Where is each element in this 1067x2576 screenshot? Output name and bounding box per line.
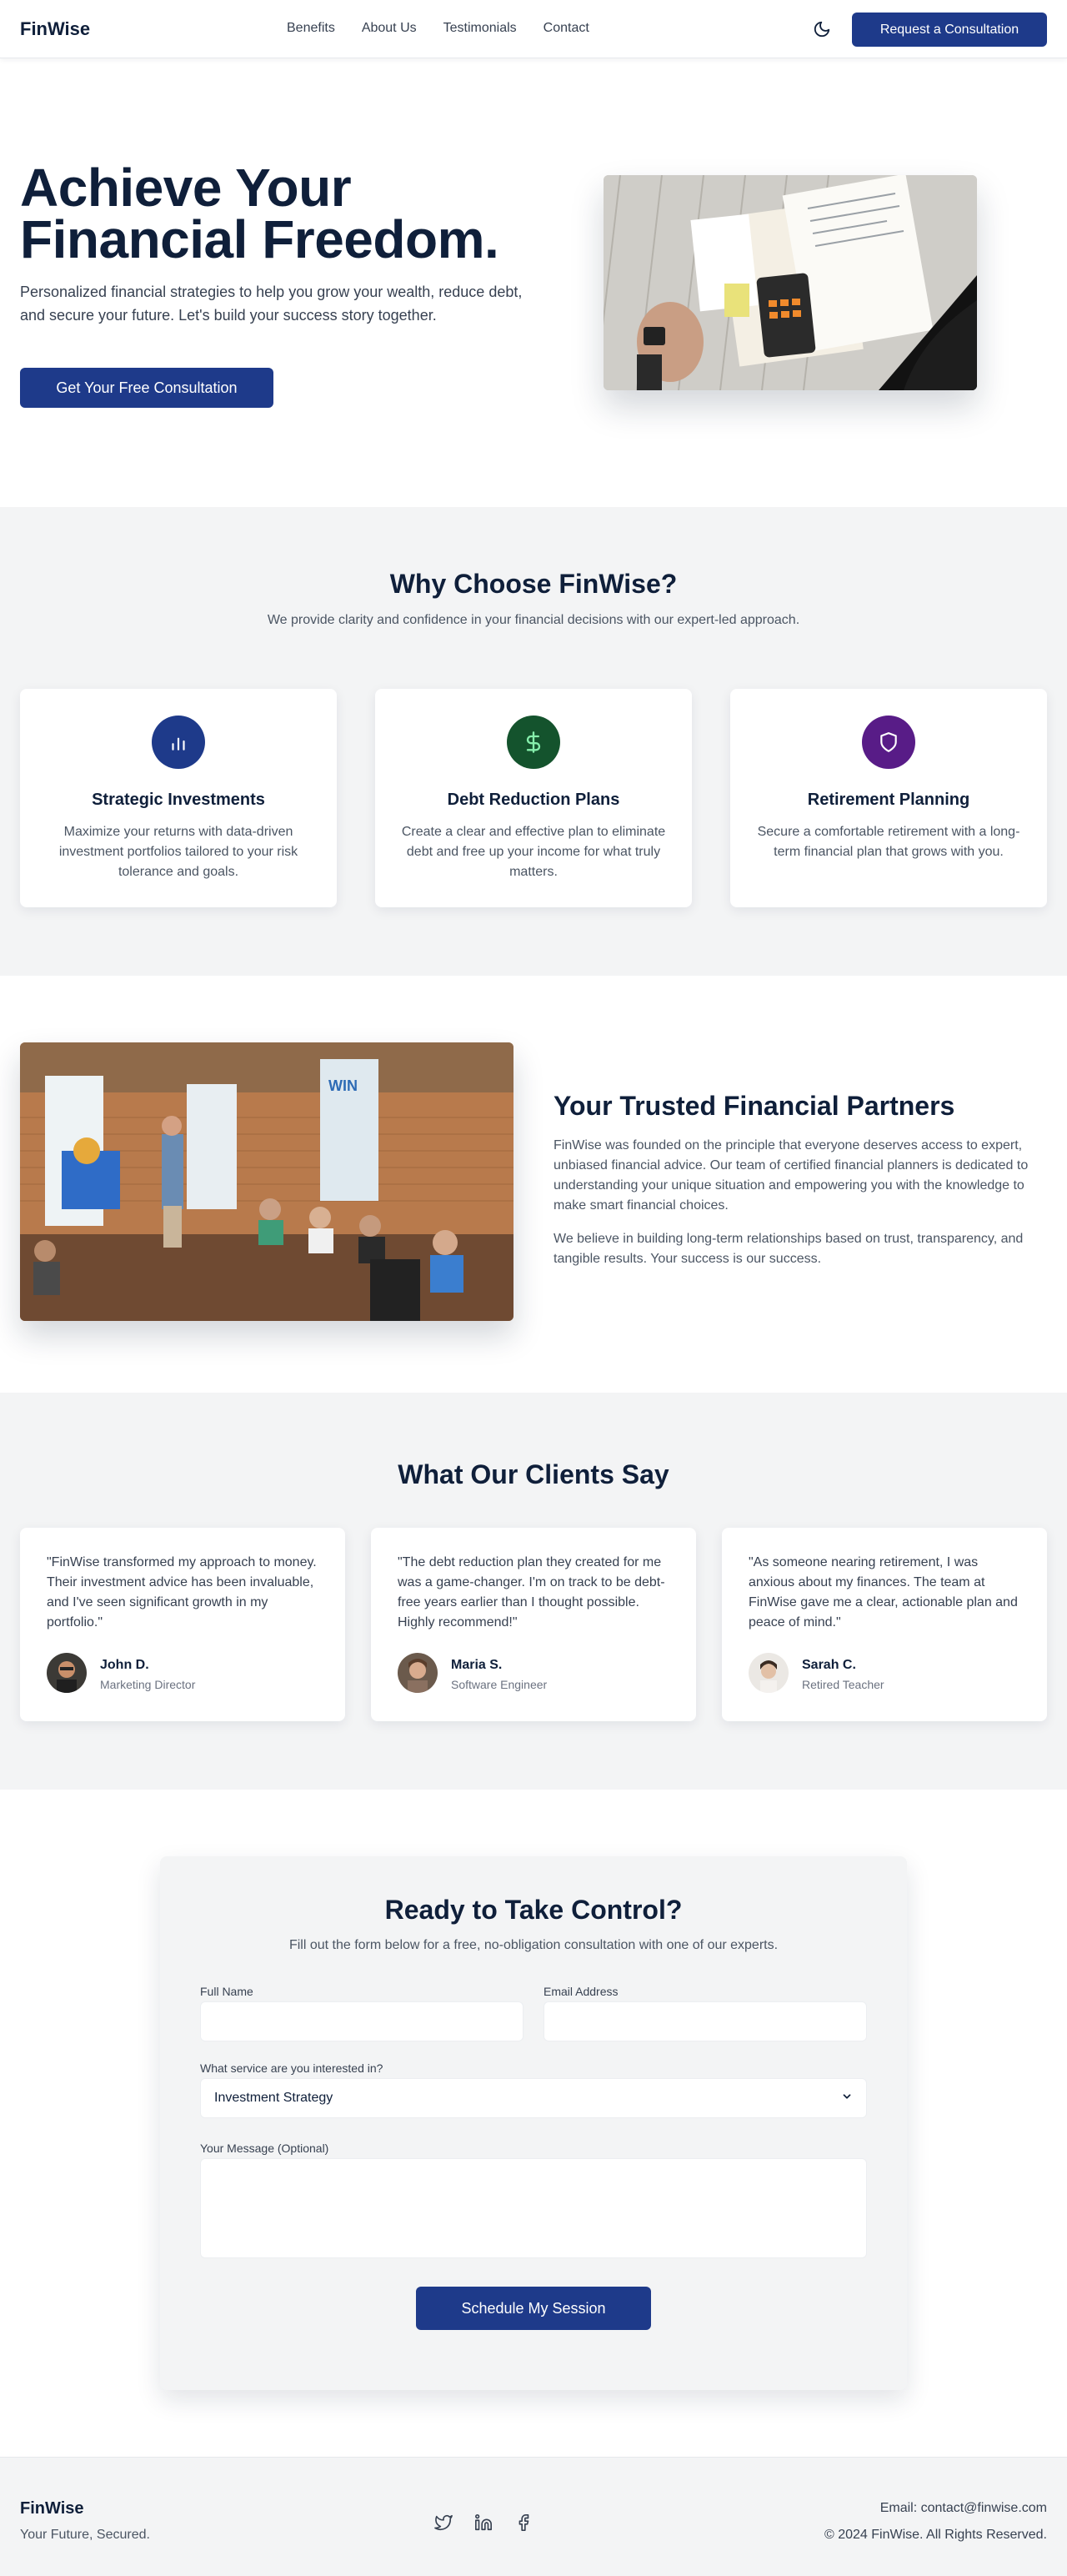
nav-contact[interactable]: Contact [544,21,589,36]
nav-benefits[interactable]: Benefits [287,21,335,36]
hero-title-line-2: Financial Freedom. [20,209,499,269]
moon-icon[interactable] [810,18,834,41]
about-section: WIN Your Trusted Financial Partners FinW… [0,976,1067,1393]
site-footer: FinWise Your Future, Secured. Email: con… [0,2457,1067,2576]
testimonial-quote: "The debt reduction plan they created fo… [398,1555,665,1629]
benefit-description: Create a clear and effective plan to eli… [401,825,666,879]
email-field[interactable] [544,2001,867,2041]
testimonial-card: "The debt reduction plan they created fo… [371,1528,696,1721]
request-consultation-button[interactable]: Request a Consultation [852,13,1047,47]
service-select[interactable]: Investment Strategy [200,2078,867,2118]
free-consultation-button[interactable]: Get Your Free Consultation [20,368,273,408]
email-label: Email Address [544,1985,619,1998]
contact-section: Ready to Take Control? Fill out the form… [0,1790,1067,2457]
full-name-label: Full Name [200,1985,253,1998]
testimonial-role: Retired Teacher [802,1678,884,1691]
message-label: Your Message (Optional) [200,2142,329,2155]
win-sign: WIN [328,1077,358,1094]
social-links [433,2513,534,2533]
avatar [47,1653,87,1693]
service-label: What service are you interested in? [200,2061,383,2075]
benefits-section: Why Choose FinWise? We provide clarity a… [0,507,1067,976]
benefit-description: Maximize your returns with data-driven i… [58,825,298,879]
testimonial-quote: "As someone nearing retirement, I was an… [749,1555,1018,1629]
footer-email[interactable]: Email: contact@finwise.com [880,2501,1047,2516]
testimonial-quote: "FinWise transformed my approach to mone… [47,1555,317,1629]
shield-icon [862,716,915,769]
nav-about-us[interactable]: About Us [362,21,417,36]
main-nav: Benefits About Us Testimonials Contact [287,21,589,36]
testimonial-name: John D. [100,1658,149,1672]
benefit-title: Debt Reduction Plans [447,791,620,809]
testimonials-title: What Our Clients Say [398,1459,669,1489]
footer-logo: FinWise [20,2499,84,2518]
benefit-card-debt: Debt Reduction Plans Create a clear and … [375,689,692,907]
linkedin-icon[interactable] [473,2513,493,2533]
form-title: Ready to Take Control? [384,1895,683,1925]
schedule-session-button[interactable]: Schedule My Session [416,2287,651,2330]
hero-description: Personalized financial strategies to hel… [20,284,523,324]
hero-title: Achieve Your Financial Freedom. [20,158,554,269]
benefit-description: Secure a comfortable retirement with a l… [757,825,1020,859]
chevron-down-icon [841,2091,853,2106]
logo[interactable]: FinWise [20,18,90,40]
dollar-icon [507,716,560,769]
about-paragraph-1: FinWise was founded on the principle tha… [554,1138,1029,1213]
twitter-icon[interactable] [433,2513,453,2533]
testimonial-card: "As someone nearing retirement, I was an… [722,1528,1047,1721]
hero-section: Achieve Your Financial Freedom. Personal… [0,58,1067,507]
footer-copyright: © 2024 FinWise. All Rights Reserved. [824,2528,1047,2542]
nav-testimonials[interactable]: Testimonials [443,21,517,36]
about-paragraph-2: We believe in building long-term relatio… [554,1232,1024,1266]
avatar [749,1653,789,1693]
benefits-subtitle: We provide clarity and confidence in you… [267,613,800,627]
about-title: Your Trusted Financial Partners [554,1091,955,1121]
benefit-title: Strategic Investments [92,791,265,809]
team-meeting-image: WIN [20,1042,513,1321]
benefit-card-retirement: Retirement Planning Secure a comfortable… [730,689,1047,907]
benefit-title: Retirement Planning [807,791,970,809]
form-subtitle: Fill out the form below for a free, no-o… [288,1938,779,1952]
facebook-icon[interactable] [513,2513,534,2533]
full-name-field[interactable] [200,2001,523,2041]
message-textarea[interactable] [200,2158,867,2258]
testimonial-role: Software Engineer [451,1678,548,1691]
testimonial-card: "FinWise transformed my approach to mone… [20,1528,345,1721]
testimonial-name: Sarah C. [802,1658,856,1672]
testimonial-name: Maria S. [451,1658,503,1672]
site-header: FinWise Benefits About Us Testimonials C… [0,0,1067,58]
avatar [398,1653,438,1693]
footer-tagline: Your Future, Secured. [20,2528,150,2542]
bar-chart-icon [152,716,205,769]
benefit-card-investments: Strategic Investments Maximize your retu… [20,689,337,907]
consultation-form: Ready to Take Control? Fill out the form… [160,1856,907,2390]
hero-title-line-1: Achieve Your [20,158,352,218]
testimonials-section: What Our Clients Say "FinWise transforme… [0,1393,1067,1790]
benefits-title: Why Choose FinWise? [389,569,678,599]
hero-image [604,175,977,390]
service-select-value: Investment Strategy [214,2091,333,2105]
testimonial-role: Marketing Director [100,1678,196,1691]
